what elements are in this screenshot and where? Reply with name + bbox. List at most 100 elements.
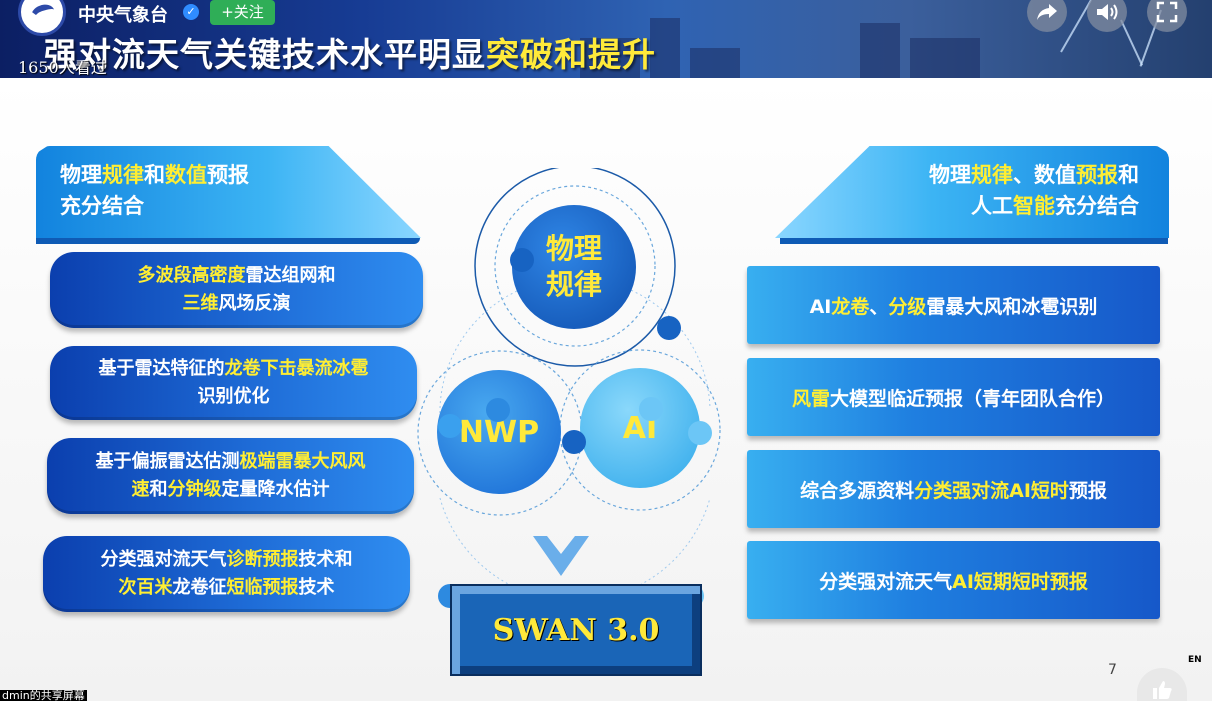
left-item-text: 多波段高密度雷达组网和 三维风场反演 [138,262,336,318]
right-header-run-text: 和 [1118,163,1139,187]
left-header-run-highlight: 规律 [102,163,144,187]
physics-line2: 规律 [545,268,602,301]
left-item-run-text: 和 [149,479,168,500]
left-item-line1: 基于雷达特征的龙卷下击暴流冰雹 [99,355,369,383]
left-item-line1: 基于偏振雷达估测极端雷暴大风风 [96,448,366,476]
left-item-radar-network: 多波段高密度雷达组网和 三维风场反演 [50,252,423,328]
right-item-run-text: AI [809,295,832,318]
left-header-line1: 物理规律和数值预报 [60,160,421,191]
page-number: 7 [1108,662,1117,678]
left-header-run-text: 和 [144,163,165,187]
left-item-run-text: 技术 [298,577,335,598]
right-header-run-text: 充分结合 [1055,194,1139,218]
left-item-text: 分类强对流天气诊断预报技术和 次百米龙卷征短临预报技术 [101,546,353,602]
share-icon[interactable] [1027,0,1067,32]
verified-icon: ✓ [183,4,199,20]
left-header-run-text: 预报 [207,163,249,187]
right-item-run-highlight: 风雷 [791,387,830,410]
left-item-polarimetric-radar: 基于偏振雷达估测极端雷暴大风风 速和分钟级定量降水估计 [47,438,414,514]
slide-title: 强对流天气关键技术水平明显突破和提升 [44,28,656,76]
left-item-line1: 多波段高密度雷达组网和 [138,262,336,290]
right-header-line2: 人工智能充分结合 [775,191,1139,222]
right-item-run-highlight: 分类强对流AI短时 [914,479,1069,502]
viewer-count: 1650人看过 [18,58,107,77]
physics-line1: 物理 [545,232,602,265]
right-item-run-highlight: AI短期短时预报 [952,570,1088,593]
right-item-run-text: 、 [869,295,889,318]
right-header-underline [780,238,1168,244]
ai-circle: AI [580,368,700,488]
right-item-text: 风雷大模型临近预报（青年团队合作） [792,384,1115,411]
swan-label: SWAN 3.0 [492,613,660,648]
left-item-run-text: 雷达组网和 [245,265,336,286]
left-item-run-highlight: 次百米 [118,577,173,598]
right-item-run-text: 分类强对流天气 [819,570,953,593]
left-header-line2: 充分结合 [60,194,144,218]
right-column-header: 物理规律、数值预报和 人工智能充分结合 [775,146,1169,238]
slide-title-highlight: 突破和提升 [486,35,656,74]
left-item-diagnostic-forecast: 分类强对流天气诊断预报技术和 次百米龙卷征短临预报技术 [43,536,410,612]
right-header-run-highlight: 规律 [971,163,1013,187]
right-item-run-highlight: 龙卷 [831,295,870,318]
left-item-line2: 次百米龙卷征短临预报技术 [101,574,353,602]
right-item-run-text: 雷暴大风和冰雹识别 [926,295,1098,318]
like-button[interactable] [1137,668,1187,701]
diagram-dot [486,398,510,422]
left-item-run-text: 基于偏振雷达估测 [95,451,240,472]
diagram-dot [562,430,586,454]
right-item-text: 综合多源资料分类强对流AI短时预报 [800,476,1107,503]
chevron-down-icon [533,536,589,576]
diagram-dot [688,421,712,445]
right-header-run-text: 、数值 [1013,163,1076,187]
left-item-run-text: 定量降水估计 [221,479,330,500]
thumbs-up-icon [1151,680,1173,701]
left-item-run-highlight: 短临预报 [226,577,299,598]
right-header-run-highlight: 智能 [1013,194,1055,218]
diagram-dot [510,248,534,272]
right-header-run-text: 人工 [971,194,1013,218]
right-header-line1: 物理规律、数值预报和 [775,160,1139,191]
right-item-ai-tornado: AI龙卷、分级雷暴大风和冰雹识别 [747,266,1160,344]
right-header-run-highlight: 预报 [1076,163,1118,187]
left-item-run-highlight: 极端雷暴大风风 [239,451,366,472]
right-item-run-text: 预报 [1068,479,1107,502]
right-item-text: AI龙卷、分级雷暴大风和冰雹识别 [810,292,1098,319]
volume-icon[interactable] [1087,0,1127,32]
left-item-text: 基于雷达特征的龙卷下击暴流冰雹识别优化 [99,355,369,411]
left-item-line2: 识别优化 [99,383,369,411]
channel-name[interactable]: 中央气象台 [78,1,168,27]
language-badge: EN [1188,655,1202,665]
right-item-run-text: 综合多源资料 [800,479,915,502]
slide-title-main: 强对流天气关键技术水平明显 [44,35,486,74]
left-item-run-text: 识别优化 [197,386,270,407]
diagram-dot [639,397,663,421]
right-item-run-text: 大模型临近预报（青年团队合作） [830,387,1116,410]
left-column-header: 物理规律和数值预报 充分结合 [36,146,421,238]
diagram-dot [657,316,681,340]
right-item-run-highlight: 分级 [888,295,927,318]
left-item-line1: 分类强对流天气诊断预报技术和 [101,546,353,574]
right-item-multisource: 综合多源资料分类强对流AI短时预报 [747,450,1160,528]
right-header-run-text: 物理 [929,163,971,187]
diagram-dot [438,414,462,438]
left-item-run-text: 基于雷达特征的 [98,358,225,379]
left-item-run-highlight: 诊断预报 [226,549,299,570]
title-banner: 强对流天气关键技术水平明显突破和提升 中央气象台 ✓ +关注 1650人看过 [0,0,1212,78]
follow-button[interactable]: +关注 [210,0,275,25]
left-item-run-text: 技术和 [298,549,353,570]
left-header-underline [36,238,420,244]
left-item-run-highlight: 龙卷下击暴流冰雹 [224,358,369,379]
left-item-line2: 三维风场反演 [138,290,336,318]
left-item-run-text: 龙卷征 [172,577,227,598]
left-item-line2: 速和分钟级定量降水估计 [96,476,366,504]
left-item-run-text: 风场反演 [218,293,291,314]
right-item-fenglei-model: 风雷大模型临近预报（青年团队合作） [747,358,1160,436]
left-item-tornado-identification: 基于雷达特征的龙卷下击暴流冰雹识别优化 [50,346,417,420]
slide-body: 物理规律和数值预报 充分结合 物理规律、数值预报和 人工智能充分结合 多波段高密… [0,78,1212,701]
left-item-run-highlight: 分钟级 [167,479,222,500]
fullscreen-icon[interactable] [1147,0,1187,32]
left-item-text: 基于偏振雷达估测极端雷暴大风风 速和分钟级定量降水估计 [96,448,366,504]
left-header-run-text: 物理 [60,163,102,187]
right-item-text: 分类强对流天气AI短期短时预报 [819,567,1088,594]
left-item-run-highlight: 多波段高密度 [137,265,246,286]
